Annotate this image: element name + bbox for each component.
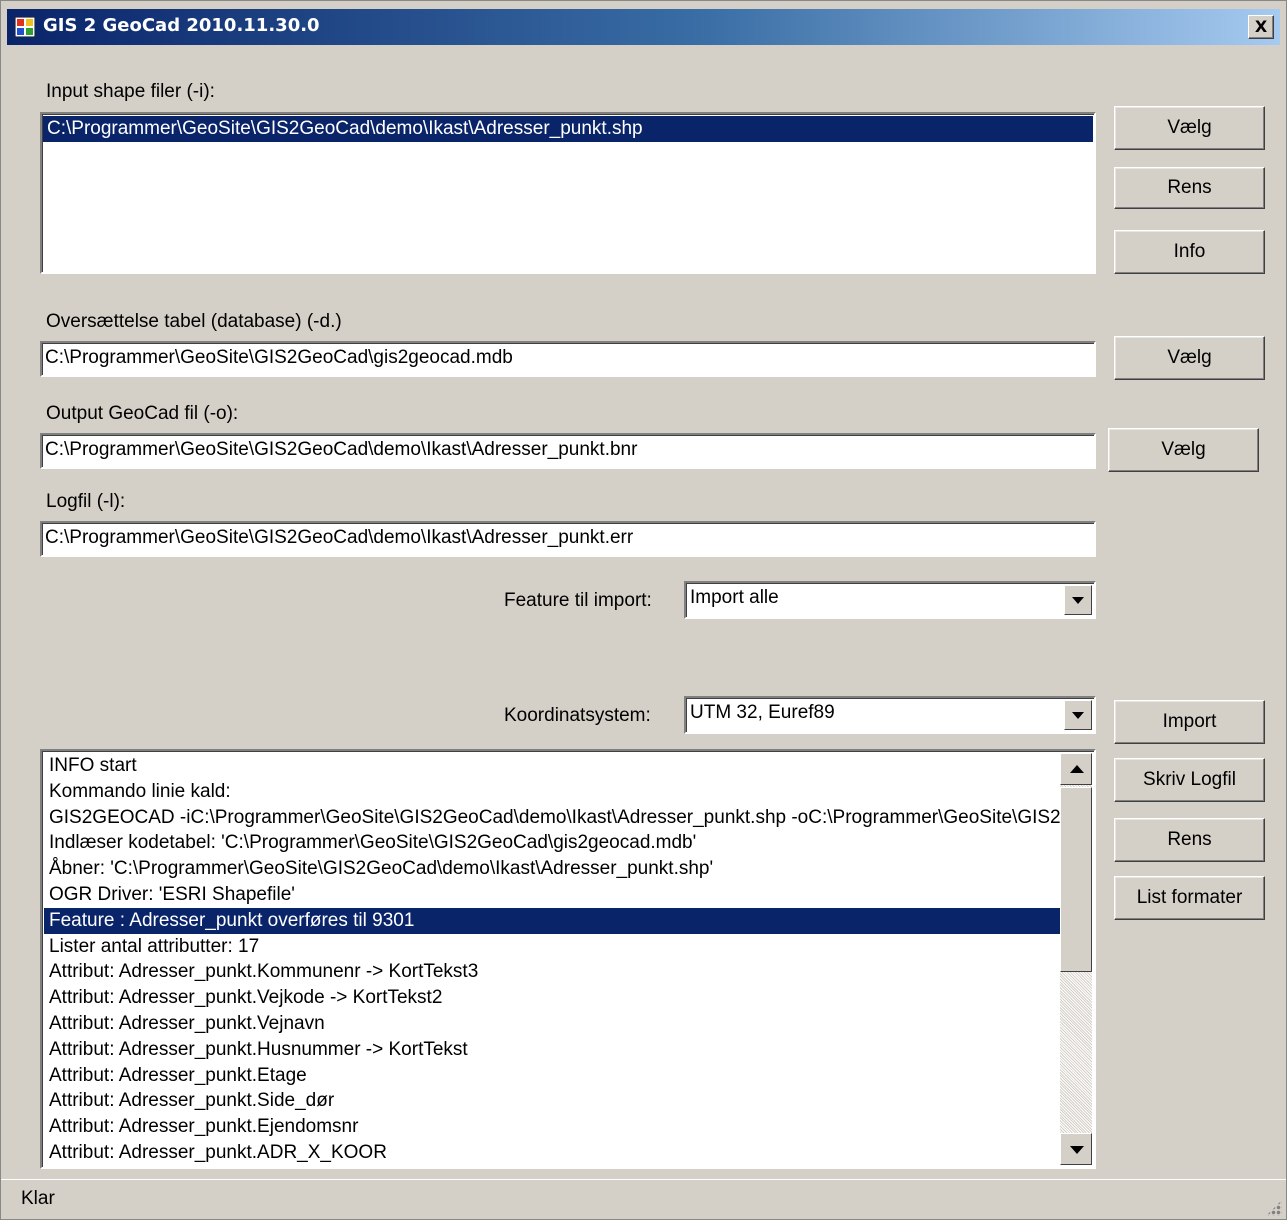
log-line[interactable]: Attribut: Adresser_punkt.ADR_X_KOOR xyxy=(44,1140,1060,1166)
main-window: GIS 2 GeoCad 2010.11.30.0 X Input shape … xyxy=(0,0,1287,1220)
scroll-thumb[interactable] xyxy=(1060,787,1092,972)
input-shape-label: Input shape filer (-i): xyxy=(46,81,215,102)
log-line[interactable]: Åbner: 'C:\Programmer\GeoSite\GIS2GeoCad… xyxy=(44,856,1060,882)
list-formats-button[interactable]: List formater xyxy=(1114,876,1265,920)
log-file-label: Logfil (-l): xyxy=(46,491,126,512)
coordinate-system-value: UTM 32, Euref89 xyxy=(690,702,835,723)
resize-grip-icon[interactable] xyxy=(1266,1200,1282,1216)
log-line[interactable]: Attribut: Adresser_punkt.Etage xyxy=(44,1063,1060,1089)
choose-output-button[interactable]: Vælg xyxy=(1108,428,1259,472)
log-line[interactable]: Attribut: Adresser_punkt.Vejkode -> Kort… xyxy=(44,985,1060,1011)
scroll-up-icon[interactable] xyxy=(1060,753,1092,785)
translation-table-field[interactable]: C:\Programmer\GeoSite\GIS2GeoCad\gis2geo… xyxy=(40,341,1096,377)
input-shape-list[interactable]: C:\Programmer\GeoSite\GIS2GeoCad\demo\Ik… xyxy=(40,112,1096,274)
close-icon: X xyxy=(1254,17,1268,36)
log-file-field[interactable]: C:\Programmer\GeoSite\GIS2GeoCad\demo\Ik… xyxy=(40,521,1096,557)
log-line[interactable]: Attribut: Adresser_punkt.Side_dør xyxy=(44,1088,1060,1114)
log-line[interactable]: Attribut: Adresser_punkt.Vejnavn xyxy=(44,1011,1060,1037)
clear-log-button[interactable]: Rens xyxy=(1114,818,1265,862)
status-text: Klar xyxy=(21,1188,55,1209)
log-line[interactable]: Attribut: Adresser_punkt.Kommunenr -> Ko… xyxy=(44,959,1060,985)
chevron-down-icon[interactable] xyxy=(1064,700,1092,730)
chevron-down-icon[interactable] xyxy=(1064,585,1092,615)
log-line[interactable]: OGR Driver: 'ESRI Shapefile' xyxy=(44,882,1060,908)
log-line[interactable]: Kommando linie kald: xyxy=(44,779,1060,805)
feature-import-value: Import alle xyxy=(690,587,779,608)
log-line[interactable]: Lister antal attributter: 17 xyxy=(44,934,1060,960)
log-line[interactable]: Attribut: Adresser_punkt.Ejendomsnr xyxy=(44,1114,1060,1140)
app-icon xyxy=(15,17,35,37)
write-log-button[interactable]: Skriv Logfil xyxy=(1114,758,1265,802)
log-line[interactable]: Indlæser kodetabel: 'C:\Programmer\GeoSi… xyxy=(44,830,1060,856)
output-file-label: Output GeoCad fil (-o): xyxy=(46,403,239,424)
feature-import-label: Feature til import: xyxy=(504,590,652,611)
title-bar[interactable]: GIS 2 GeoCad 2010.11.30.0 X xyxy=(7,9,1280,45)
import-button[interactable]: Import xyxy=(1114,700,1265,744)
coordinate-system-select[interactable]: UTM 32, Euref89 xyxy=(684,696,1096,734)
log-line[interactable]: INFO start xyxy=(44,753,1060,779)
output-file-field[interactable]: C:\Programmer\GeoSite\GIS2GeoCad\demo\Ik… xyxy=(40,433,1096,469)
log-scrollbar[interactable] xyxy=(1060,753,1092,1165)
choose-table-button[interactable]: Vælg xyxy=(1114,336,1265,380)
feature-import-select[interactable]: Import alle xyxy=(684,581,1096,619)
window-title: GIS 2 GeoCad 2010.11.30.0 xyxy=(43,15,320,36)
choose-input-button[interactable]: Vælg xyxy=(1114,106,1265,150)
translation-table-label: Oversættelse tabel (database) (-d.) xyxy=(46,311,342,332)
shape-list-item[interactable]: C:\Programmer\GeoSite\GIS2GeoCad\demo\Ik… xyxy=(43,116,1093,142)
coordinate-system-label: Koordinatsystem: xyxy=(504,705,651,726)
clear-input-button[interactable]: Rens xyxy=(1114,167,1265,209)
info-button[interactable]: Info xyxy=(1114,230,1265,274)
status-bar: Klar xyxy=(1,1179,1286,1220)
log-line[interactable]: Attribut: Adresser_punkt.Husnummer -> Ko… xyxy=(44,1037,1060,1063)
scroll-down-icon[interactable] xyxy=(1060,1133,1092,1165)
log-line[interactable]: Feature : Adresser_punkt overføres til 9… xyxy=(44,907,1060,934)
log-output-list[interactable]: INFO start Kommando linie kald: GIS2GEOCAD… xyxy=(40,749,1096,1169)
close-button[interactable]: X xyxy=(1248,15,1274,39)
log-line[interactable]: GIS2GEOCAD -iC:\Programmer\GeoSite\GIS2G… xyxy=(44,805,1060,831)
